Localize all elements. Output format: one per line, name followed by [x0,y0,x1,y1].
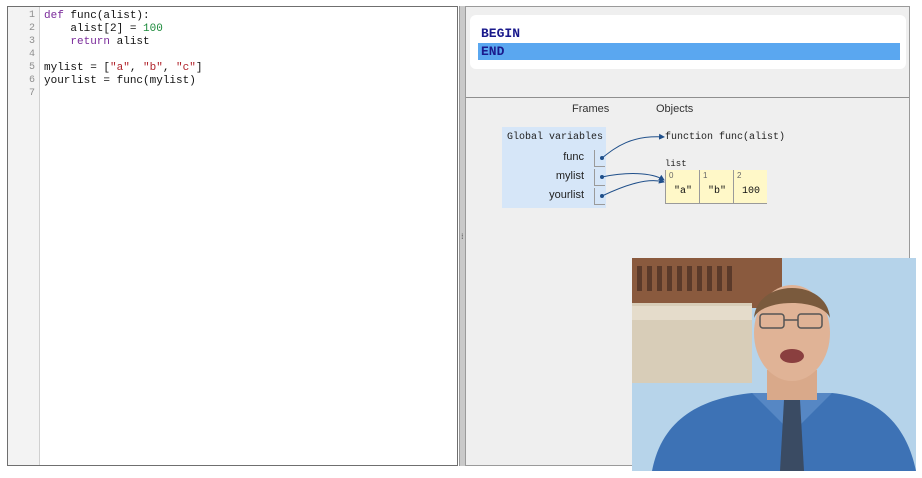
code-line-3[interactable]: return alist [44,36,150,49]
code-text: , [129,62,144,74]
pointer-dot [600,175,604,179]
list-value: "a" [673,186,692,197]
var-pointer-func [594,150,605,167]
output-line-end: END [478,43,900,60]
string-literal: "a" [110,62,130,74]
line-number: 3 [28,36,35,47]
pointer-dot [600,156,604,160]
code-editor[interactable]: 1 2 3 4 5 6 7 def func(alist): alist[2] … [7,6,458,466]
frames-header: Frames [572,103,610,115]
pane-divider[interactable]: ⁞ [459,6,466,466]
global-frame: Global variables func mylist yourlist [502,127,606,208]
keyword: return [70,36,111,48]
code-text: ] [195,62,203,74]
code-line-2[interactable]: alist[2] = 100 [44,23,163,36]
arrow-func [601,133,665,159]
line-number: 2 [28,23,35,34]
var-pointer-mylist [594,169,605,186]
list-type-label: list [665,159,687,169]
list-object: 0 "a" 1 "b" 2 100 [665,170,767,204]
output-line-begin: BEGIN [481,26,521,41]
list-index: 2 [737,171,742,180]
var-pointer-yourlist [594,188,605,205]
var-name-func: func [563,151,584,163]
code-text: , [162,62,177,74]
presenter-video [632,258,916,471]
var-name-mylist: mylist [555,170,584,182]
line-number: 4 [28,49,35,60]
presenter-video-frame [632,258,916,471]
line-number: 6 [28,75,35,86]
string-literal: "b" [143,62,163,74]
list-index: 0 [669,171,674,180]
frame-title: Global variables [507,132,604,143]
list-value: 100 [741,186,760,197]
code-line-1[interactable]: def func(alist): [44,10,150,23]
pointer-dot [600,194,604,198]
code-text: alist[2] = [44,23,144,35]
line-number: 5 [28,62,35,73]
code-line-5[interactable]: mylist = ["a", "b", "c"] [44,62,202,75]
keyword: def [44,10,64,22]
arrow-mylist [601,173,665,181]
arrow-yourlist [601,177,665,197]
number-literal: 100 [143,23,163,35]
list-index: 1 [703,171,708,180]
code-text: alist [110,36,150,48]
code-text: func(alist): [63,10,150,22]
function-object: function func(alist) [665,132,786,143]
list-cell: 0 "a" [665,170,699,203]
objects-header: Objects [656,103,694,115]
var-name-yourlist: yourlist [549,189,584,201]
line-number: 1 [28,10,35,21]
list-cell: 2 100 [733,170,767,203]
vertical-grip-icon[interactable]: ⁞ [461,232,464,241]
line-number: 7 [28,88,35,99]
list-cell: 1 "b" [699,170,733,203]
code-line-6[interactable]: yourlist = func(mylist) [44,75,196,88]
program-output: BEGIN END [470,15,906,69]
divider [466,97,909,98]
line-number-gutter: 1 2 3 4 5 6 7 [8,7,40,465]
list-value: "b" [707,186,726,197]
string-literal: "c" [176,62,196,74]
code-text: mylist = [ [44,62,111,74]
